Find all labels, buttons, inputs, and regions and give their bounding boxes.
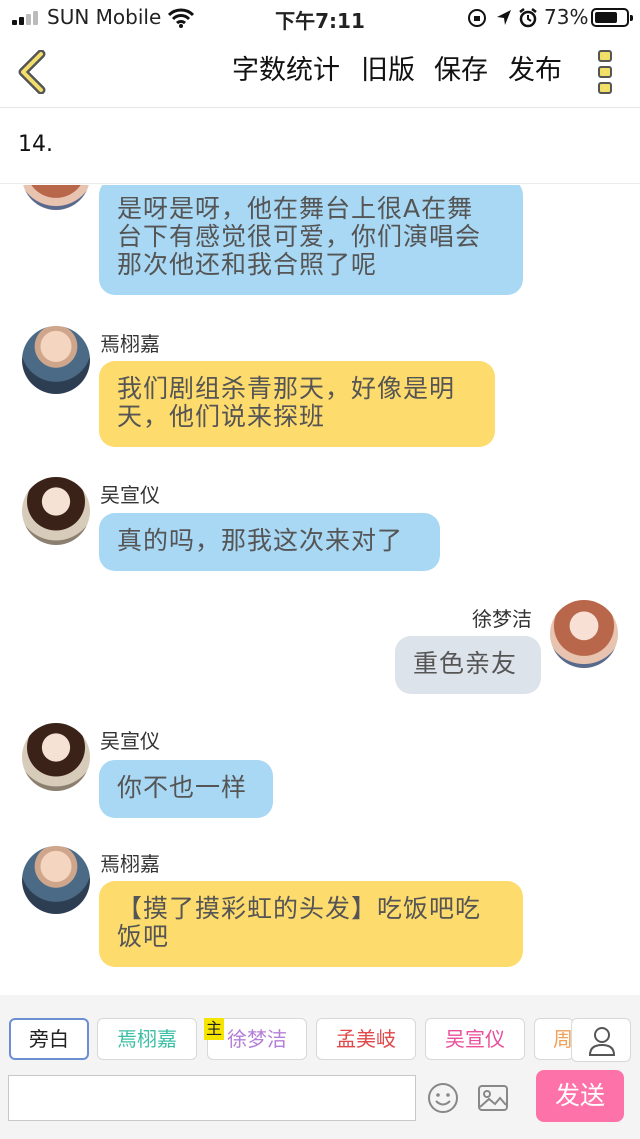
speaker-name: 吴宣仪 — [100, 729, 160, 753]
back-chevron-icon[interactable] — [14, 50, 50, 94]
message-bubble[interactable]: 真的吗，那我这次来对了 — [99, 513, 440, 571]
avatar[interactable] — [22, 185, 90, 210]
editor-toolbar: 字数统计 旧版 保存 发布 — [0, 36, 640, 108]
publish-button[interactable]: 发布 — [508, 54, 562, 88]
person-icon — [588, 1027, 616, 1056]
old-version-button[interactable]: 旧版 — [361, 54, 415, 88]
word-count-button[interactable]: 字数统计 — [232, 54, 340, 88]
location-icon — [497, 10, 511, 25]
more-menu-icon[interactable] — [594, 48, 616, 96]
character-manage-button[interactable] — [571, 1018, 631, 1062]
chat-area[interactable]: 是呀是呀，他在舞台上很A在舞 台下有感觉很可爱，你们演唱会 那次他还和我合照了呢… — [0, 185, 640, 995]
role-chip[interactable]: 吴宣仪 — [425, 1018, 525, 1060]
speaker-name: 徐梦洁 — [472, 607, 532, 631]
avatar[interactable] — [22, 723, 90, 791]
message-bubble[interactable]: 你不也一样 — [99, 760, 273, 818]
speaker-name: 焉栩嘉 — [100, 332, 160, 356]
role-chip[interactable]: 周 — [534, 1018, 574, 1060]
image-icon[interactable] — [476, 1081, 510, 1115]
save-button[interactable]: 保存 — [434, 54, 488, 88]
host-tag: 主 — [204, 1018, 224, 1040]
role-chip[interactable]: 焉栩嘉 — [97, 1018, 197, 1060]
chapter-title-field[interactable]: 14. — [0, 108, 640, 184]
status-bar: SUN Mobile 下午7:11 73% — [0, 0, 640, 36]
avatar[interactable] — [22, 326, 90, 394]
send-button[interactable]: 发送 — [536, 1070, 624, 1122]
avatar[interactable] — [22, 846, 90, 914]
emoji-icon[interactable] — [426, 1081, 460, 1115]
role-chip-narrator[interactable]: 旁白 — [9, 1018, 89, 1060]
message-bubble[interactable]: 重色亲友 — [395, 636, 541, 694]
message-bubble[interactable]: 【摸了摸彩虹的头发】吃饭吧吃 饭吧 — [99, 881, 523, 967]
orientation-lock-icon — [468, 9, 486, 27]
compose-panel: 旁白 焉栩嘉 徐梦洁 主 孟美岐 吴宣仪 周 发送 — [0, 995, 640, 1139]
message-input[interactable] — [8, 1075, 416, 1121]
chapter-title[interactable]: 14. — [18, 132, 53, 157]
alarm-icon — [519, 8, 537, 28]
avatar[interactable] — [550, 600, 618, 668]
battery-icon — [591, 8, 633, 27]
role-chip[interactable]: 孟美岐 — [316, 1018, 416, 1060]
speaker-name: 焉栩嘉 — [100, 852, 160, 876]
battery-percent: 73% — [544, 5, 589, 29]
speaker-name: 吴宣仪 — [100, 483, 160, 507]
message-bubble[interactable]: 是呀是呀，他在舞台上很A在舞 台下有感觉很可爱，你们演唱会 那次他还和我合照了呢 — [99, 185, 523, 295]
avatar[interactable] — [22, 477, 90, 545]
message-bubble[interactable]: 我们剧组杀青那天，好像是明 天，他们说来探班 — [99, 361, 495, 447]
